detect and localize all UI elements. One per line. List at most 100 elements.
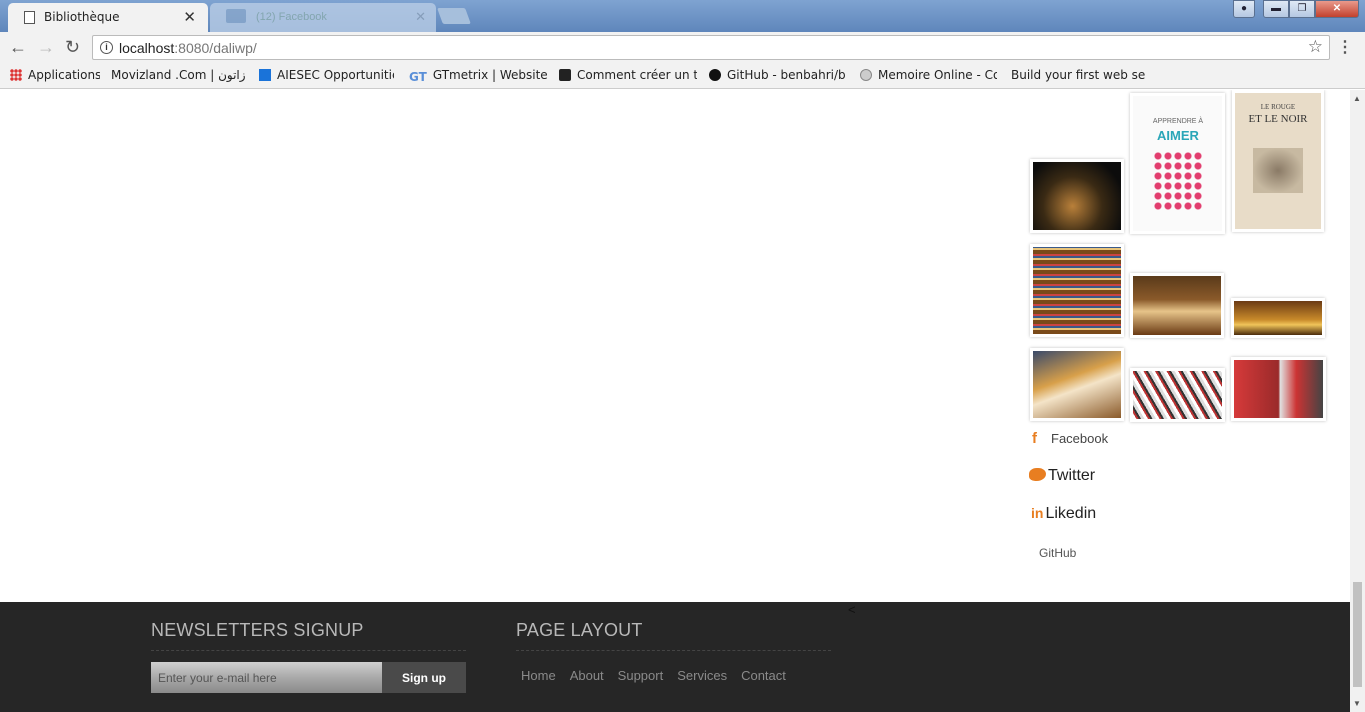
url-path: :8080/daliwp/ — [174, 40, 257, 56]
reload-icon[interactable]: ↻ — [65, 37, 80, 57]
page-layout-title: PAGE LAYOUT — [516, 620, 643, 640]
github-icon — [709, 69, 721, 81]
photo-image — [1033, 247, 1121, 334]
url-host: localhost — [119, 40, 175, 56]
gallery-thumb-library[interactable] — [1231, 298, 1325, 338]
bookmark-memoire[interactable]: Memoire Online - Cor — [860, 68, 997, 82]
scroll-down-arrow-icon[interactable]: ▼ — [1353, 699, 1361, 708]
book-cover-image: APPRENDRE À AIMER — [1133, 96, 1222, 231]
page-content: APPRENDRE À AIMER LE ROUGE ET LE NOIR fF… — [0, 90, 1350, 712]
bookmark-applications[interactable]: Applications — [10, 68, 100, 82]
bookmark-label: Build your first web se — [1011, 68, 1146, 82]
cover-engraving — [1253, 148, 1303, 193]
stray-character: < — [848, 602, 856, 617]
url-text[interactable]: localhost:8080/daliwp/ — [119, 40, 257, 56]
bookmark-aiesec[interactable]: AIESEC Opportunities — [259, 68, 394, 82]
wordpress-icon — [559, 69, 571, 81]
facebook-label: Facebook — [1051, 431, 1109, 446]
linkedin-label: Likedin — [1045, 505, 1097, 522]
facebook-tab-icon — [226, 9, 246, 23]
gallery-thumb-binders[interactable] — [1030, 244, 1124, 337]
photo-image — [1033, 351, 1121, 418]
bookmark-comment[interactable]: Comment créer un the — [559, 68, 697, 82]
linkedin-link[interactable]: in Likedin — [1031, 505, 1096, 523]
gallery-thumb-pages[interactable] — [1030, 348, 1124, 421]
facebook-icon: f — [1032, 430, 1037, 447]
tab-facebook[interactable]: (12) Facebook ✕ — [210, 3, 436, 32]
scroll-up-arrow-icon[interactable]: ▲ — [1353, 94, 1361, 103]
cover-title: AIMER — [1157, 128, 1199, 143]
gallery-thumb-red-cover[interactable] — [1231, 357, 1326, 421]
newsletter-divider — [151, 650, 466, 651]
gallery-thumb-apprendre-aimer[interactable]: APPRENDRE À AIMER — [1130, 93, 1225, 234]
bookmark-gtmetrix[interactable]: GT GTmetrix | Website Sp — [409, 68, 547, 84]
github-link[interactable]: GitHub — [1039, 546, 1076, 560]
tab-close-icon[interactable]: ✕ — [415, 9, 426, 25]
page-layout-divider — [516, 650, 831, 651]
photo-image — [1133, 276, 1221, 335]
menu-icon[interactable]: ⋮ — [1337, 37, 1353, 57]
photo-image — [1133, 371, 1222, 419]
maximize-button[interactable]: ❐ — [1289, 0, 1315, 18]
signup-button[interactable]: Sign up — [382, 662, 466, 693]
apps-icon — [10, 69, 22, 81]
cover-subtitle: APPRENDRE À — [1152, 118, 1204, 125]
info-icon[interactable]: i — [100, 41, 113, 54]
cover-title: ET LE NOIR — [1248, 113, 1308, 125]
back-arrow-icon[interactable]: ← — [9, 37, 27, 57]
footer-nav: Home About Support Services Contact — [521, 668, 786, 683]
scrollbar-thumb[interactable] — [1353, 582, 1362, 687]
tab-title: Bibliothèque — [44, 10, 120, 24]
gallery-thumb-arabic-book[interactable] — [1030, 159, 1124, 233]
browser-toolbar: ← → ↻ i localhost:8080/daliwp/ ☆ ⋮ — [0, 32, 1365, 62]
address-bar[interactable]: i localhost:8080/daliwp/ ☆ — [92, 35, 1330, 60]
page-icon — [24, 11, 35, 24]
close-window-button[interactable]: ✕ — [1315, 0, 1359, 18]
bookmark-label: AIESEC Opportunities — [277, 68, 394, 82]
footer-link-support[interactable]: Support — [618, 668, 664, 683]
gallery-thumb-rouge-noir[interactable]: LE ROUGE ET LE NOIR — [1232, 90, 1324, 232]
photo-image — [1234, 360, 1323, 418]
book-cover-image: LE ROUGE ET LE NOIR — [1235, 93, 1321, 229]
bookmark-label: Memoire Online - Cor — [878, 68, 997, 82]
twitter-icon — [1029, 468, 1046, 481]
new-tab-button[interactable] — [437, 8, 471, 24]
book-cover-image — [1033, 162, 1121, 230]
linkedin-icon: in — [1031, 505, 1044, 521]
bookmark-label: Comment créer un the — [577, 68, 697, 82]
bookmark-github[interactable]: GitHub - benbahri/bo — [709, 68, 846, 82]
footer-link-contact[interactable]: Contact — [741, 668, 786, 683]
user-icon[interactable]: ● — [1233, 0, 1255, 18]
bookmark-label: GTmetrix | Website Sp — [432, 68, 547, 82]
bookmark-label: Movizland .Com | زاتون — [111, 68, 246, 82]
tab-close-icon[interactable]: ✕ — [183, 8, 196, 26]
bookmark-build[interactable]: Build your first web se — [1011, 68, 1148, 82]
footer-link-home[interactable]: Home — [521, 668, 556, 683]
tab-title: (12) Facebook — [256, 11, 327, 23]
title-bar: Bibliothèque ✕ (12) Facebook ✕ ● ▬ ❐ ✕ — [0, 0, 1365, 32]
footer-link-services[interactable]: Services — [677, 668, 727, 683]
page-scrollbar[interactable]: ▲ ▼ — [1350, 90, 1365, 712]
email-input[interactable] — [151, 662, 383, 693]
memoire-icon — [860, 69, 872, 81]
forward-arrow-icon[interactable]: → — [37, 37, 55, 57]
bookmark-star-icon[interactable]: ☆ — [1308, 37, 1323, 57]
footer: < NEWSLETTERS SIGNUP Sign up PAGE LAYOUT… — [0, 602, 1350, 712]
cover-title-small: LE ROUGE — [1260, 103, 1296, 111]
bookmark-label: GitHub - benbahri/bo — [727, 68, 846, 82]
bookmarks-bar: Applications Movizland .Com | زاتون AIES… — [0, 62, 1365, 89]
newsletter-title: NEWSLETTERS SIGNUP — [151, 620, 364, 640]
twitter-link[interactable]: Twitter — [1029, 467, 1095, 485]
gallery-thumb-open-books[interactable] — [1130, 273, 1224, 338]
bookmark-movizland[interactable]: Movizland .Com | زاتون — [111, 68, 246, 82]
gallery-thumb-magazines[interactable] — [1130, 368, 1225, 422]
aiesec-icon — [259, 69, 271, 81]
footer-link-about[interactable]: About — [570, 668, 604, 683]
facebook-link[interactable]: f Facebook — [1030, 430, 1108, 447]
tab-bibliotheque[interactable]: Bibliothèque ✕ — [8, 3, 208, 32]
minimize-button[interactable]: ▬ — [1263, 0, 1289, 18]
bookmark-label: Applications — [28, 68, 100, 82]
twitter-label: Twitter — [1048, 467, 1096, 484]
cover-dots-pattern — [1153, 151, 1203, 211]
photo-image — [1234, 301, 1322, 335]
